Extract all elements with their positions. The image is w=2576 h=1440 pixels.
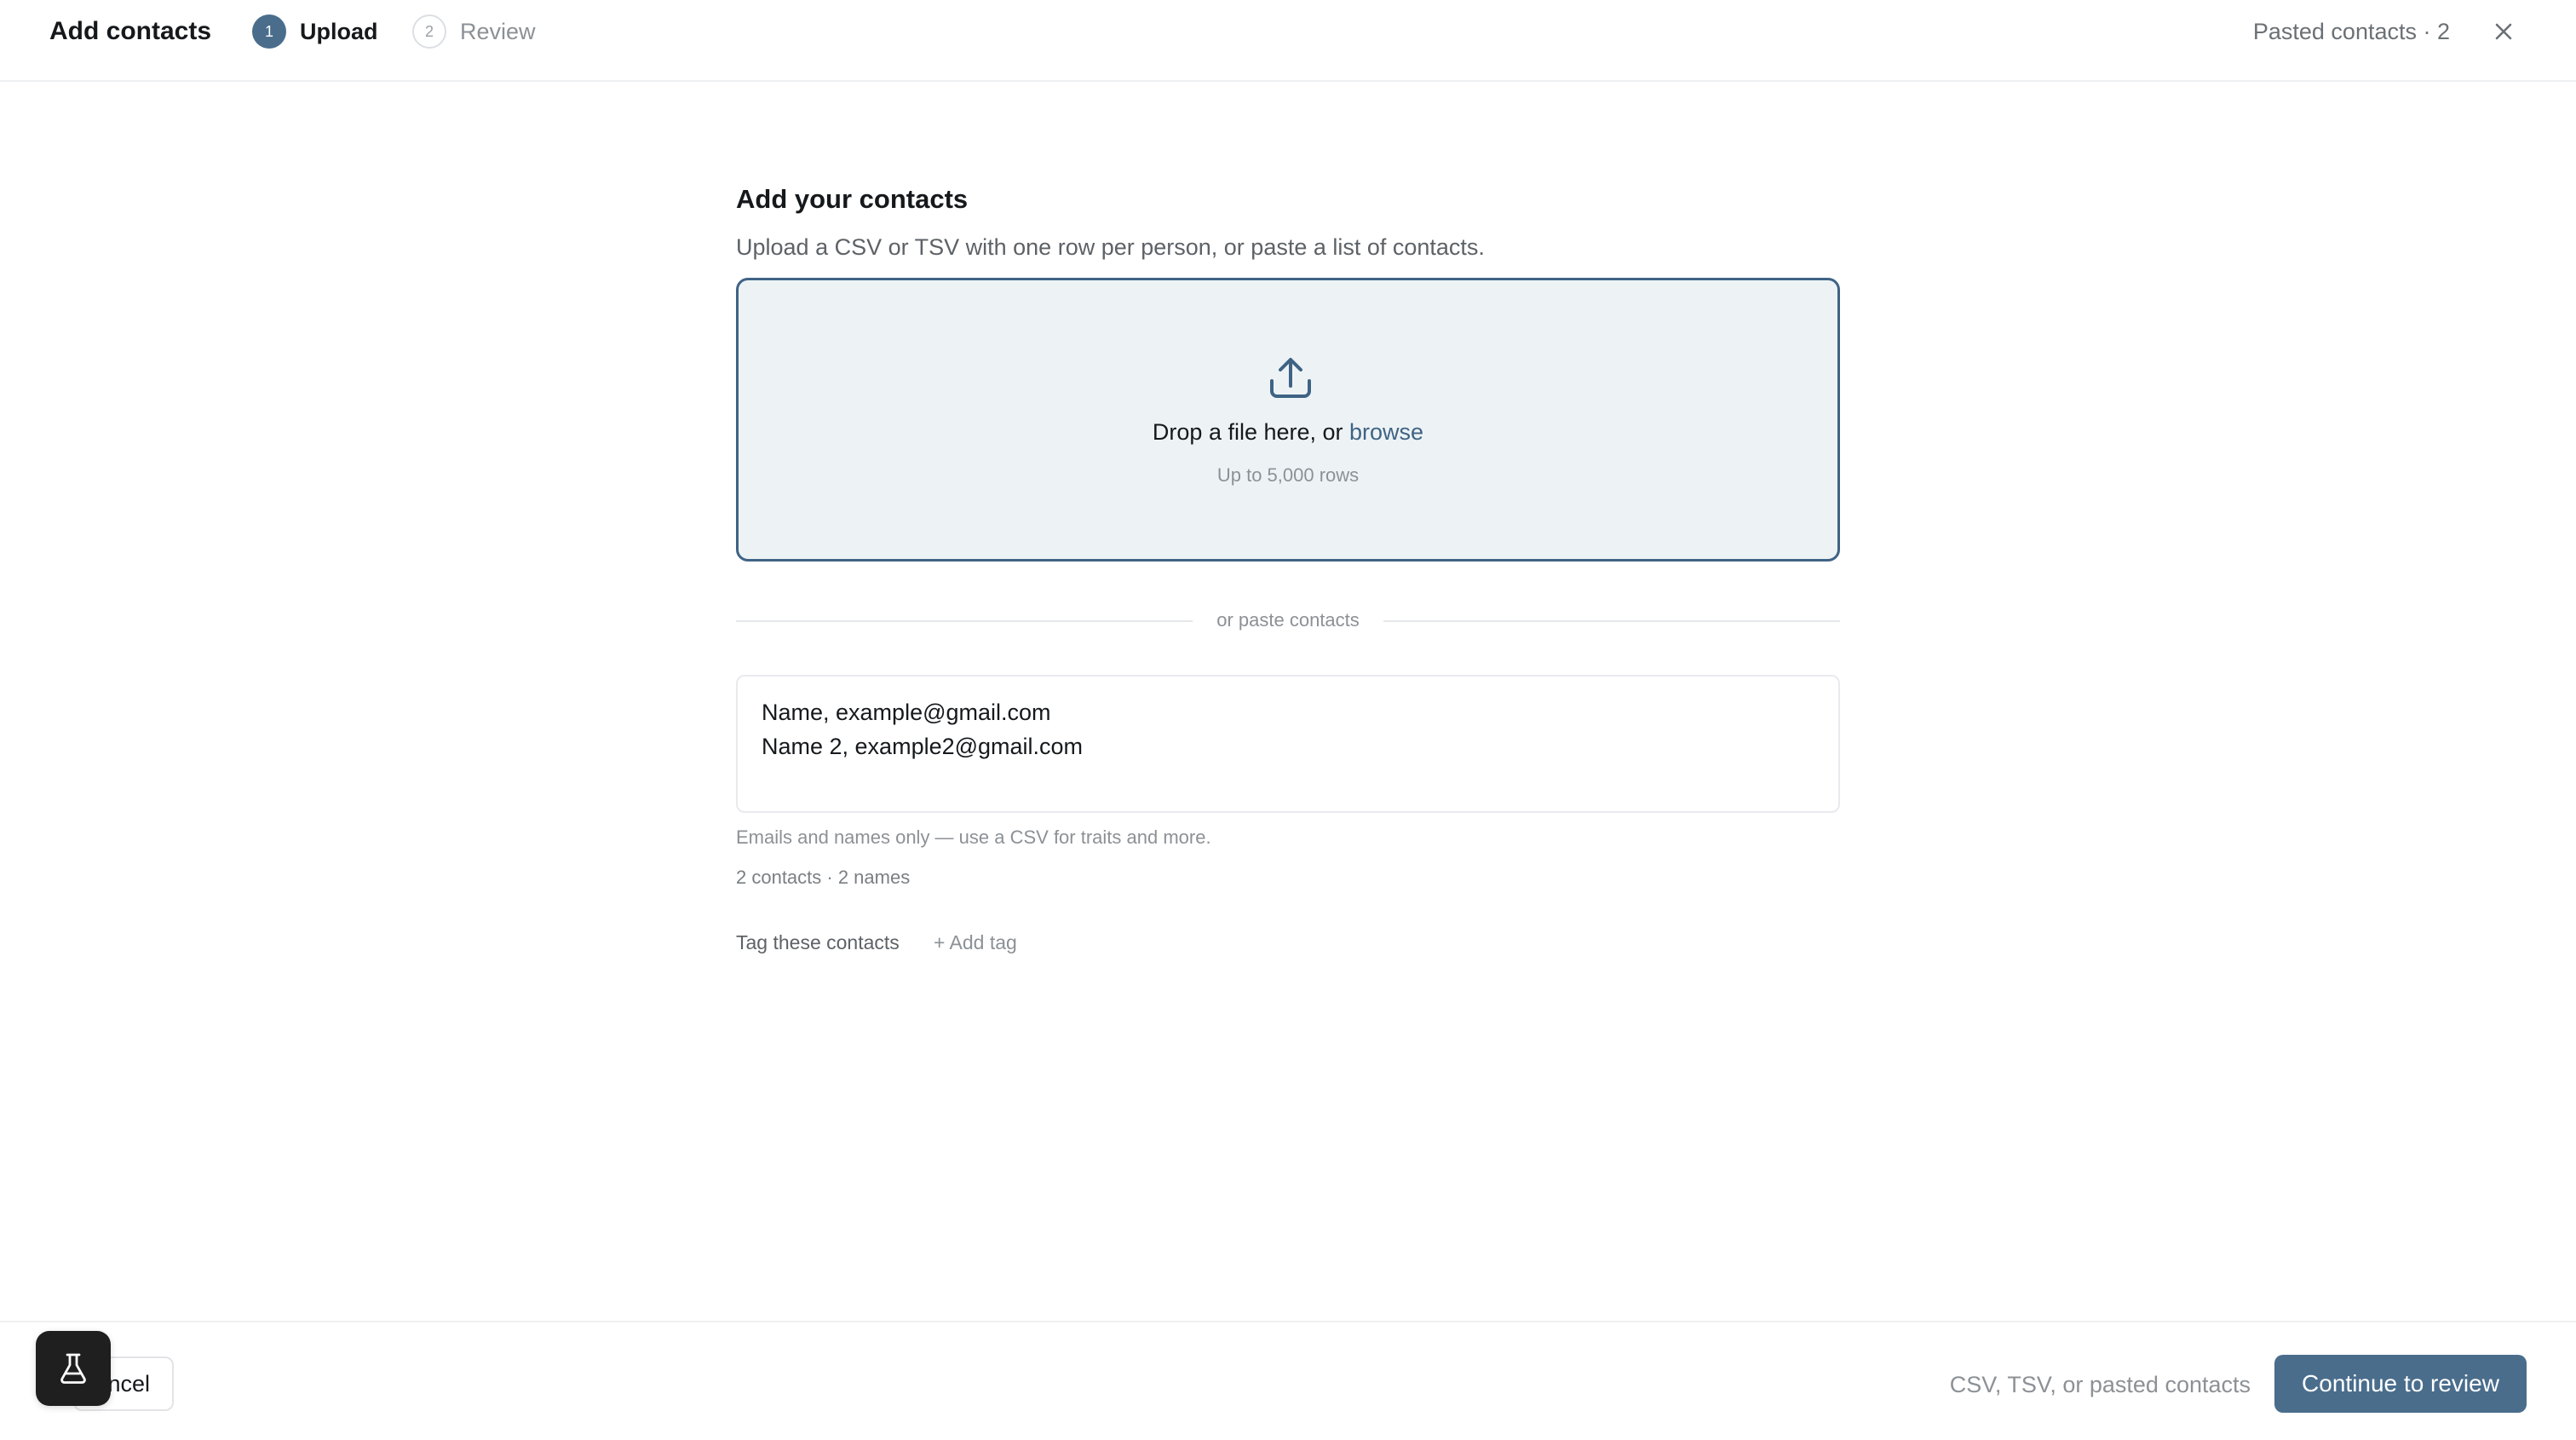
step-number: 2 [412, 14, 446, 49]
step-number: 1 [252, 14, 286, 49]
section-subtitle: Upload a CSV or TSV with one row per per… [736, 234, 1485, 260]
footer-hint: CSV, TSV, or pasted contacts [1949, 1372, 2251, 1397]
paste-line: Name 2, example2@gmail.com [762, 734, 1084, 759]
or-divider: or paste contacts [736, 605, 1840, 636]
section-title: Add your contacts [736, 184, 969, 214]
paste-contacts-textarea[interactable]: Name, example@gmail.com Name 2, example2… [736, 675, 1840, 813]
step-upload[interactable]: 1 Upload [252, 14, 378, 49]
step-label: Upload [300, 18, 378, 44]
dropzone-label: Drop a file here, or [1152, 419, 1350, 445]
close-button[interactable] [2491, 19, 2516, 44]
upload-icon [1270, 358, 1311, 398]
paste-line: Name, example@gmail.com [762, 700, 1051, 725]
tag-label: Tag these contacts [736, 931, 900, 953]
add-tag-button[interactable]: + Add tag [934, 930, 1017, 955]
floating-lab-button[interactable] [36, 1331, 111, 1406]
pasted-contacts-status: Pasted contacts · 2 [2252, 19, 2450, 44]
step-label: Review [460, 18, 536, 44]
page-title: Add contacts [49, 17, 212, 45]
header: Add contacts 1 Upload 2 Review Pasted co… [0, 0, 2576, 82]
dropzone-hint: Up to 5,000 rows [1216, 464, 1360, 486]
divider-label: or paste contacts [1193, 605, 1383, 636]
browse-link[interactable]: browse [1349, 419, 1423, 445]
step-review[interactable]: 2 Review [412, 14, 536, 49]
footer: ncel CSV, TSV, or pasted contacts Contin… [0, 1321, 2576, 1440]
close-icon [2495, 23, 2512, 40]
flask-icon [60, 1353, 86, 1384]
dropzone-text: Drop a file here, or browse [739, 417, 1837, 447]
paste-hint: Emails and names only — use a CSV for tr… [736, 827, 1211, 848]
paste-count: 2 contacts · 2 names [736, 867, 911, 888]
file-dropzone[interactable]: Drop a file here, or browse Up to 5,000 … [736, 278, 1840, 562]
continue-to-review-button[interactable]: Continue to review [2274, 1355, 2527, 1413]
